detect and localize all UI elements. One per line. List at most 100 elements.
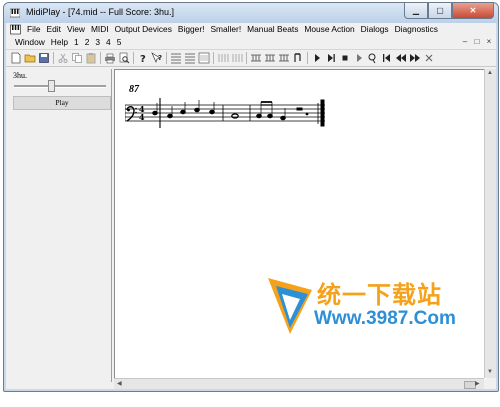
first-button[interactable] (381, 52, 393, 64)
menu-row-2: Window Help 1 2 3 4 5 (6, 36, 124, 49)
scroll-down-icon[interactable]: ▼ (487, 369, 493, 375)
play-button[interactable] (311, 52, 323, 64)
open-button[interactable] (24, 52, 36, 64)
bars-button-2[interactable] (231, 52, 243, 64)
time-signature: 4 4 (139, 104, 145, 122)
paste-icon (86, 53, 96, 64)
close-icon: ✕ (469, 6, 477, 15)
notes-icon (279, 54, 289, 62)
context-help-button[interactable]: ? (151, 52, 163, 64)
score-name: 3hu. (13, 71, 27, 80)
left-play-button[interactable]: Play (13, 96, 111, 110)
score-icon (198, 52, 210, 64)
notes-button-3[interactable] (250, 52, 262, 64)
rewind-button[interactable] (395, 52, 407, 64)
play-selection-button[interactable] (353, 52, 365, 64)
menu-help[interactable]: Help (48, 36, 71, 49)
notes-button-5[interactable] (278, 52, 290, 64)
cut-icon (58, 53, 68, 63)
mdi-close-button[interactable]: × (484, 37, 494, 47)
context-help-icon: ? (151, 52, 162, 63)
menu-diagnostics[interactable]: Diagnostics (392, 23, 441, 36)
minimize-button[interactable]: ▁ (404, 3, 428, 19)
scroll-up-icon[interactable]: ▲ (487, 70, 493, 76)
menu-window-5[interactable]: 5 (114, 36, 125, 49)
notes-icon (251, 54, 261, 62)
open-icon (24, 54, 36, 63)
forward-icon (410, 54, 420, 62)
measure-number: 87 (129, 84, 139, 95)
play-icon (315, 54, 320, 62)
menu-output-devices[interactable]: Output Devices (112, 23, 175, 36)
bars-icon (232, 54, 243, 62)
bars-button-1[interactable] (217, 52, 229, 64)
preview-button[interactable] (118, 52, 130, 64)
close-button[interactable]: ✕ (452, 3, 494, 19)
menu-mouse-action[interactable]: Mouse Action (301, 23, 357, 36)
mdi-minimize-button[interactable]: – (460, 37, 470, 47)
stop-button[interactable] (339, 52, 351, 64)
menu-midi[interactable]: MIDI (88, 23, 112, 36)
notes-icon (185, 53, 195, 64)
slider-thumb[interactable] (48, 80, 55, 92)
vertical-scrollbar[interactable]: ▲ ▼ (484, 69, 496, 378)
copy-icon (72, 53, 82, 63)
menu-window-1[interactable]: 1 (71, 36, 82, 49)
close-icon (425, 54, 433, 62)
minimize-icon: ▁ (412, 6, 420, 15)
paste-button[interactable] (85, 52, 97, 64)
horizontal-scrollbar[interactable]: ◀ ▶ (114, 378, 484, 389)
notes-button-4[interactable] (264, 52, 276, 64)
menu-window-2[interactable]: 2 (82, 36, 93, 49)
maximize-icon: ▢ (436, 6, 444, 15)
document-icon[interactable] (10, 24, 21, 35)
print-button[interactable] (104, 52, 116, 64)
time-sig-bottom: 4 (139, 112, 145, 122)
menu-window-3[interactable]: 3 (92, 36, 103, 49)
menu-manual-beats[interactable]: Manual Beats (244, 23, 301, 36)
rewind-icon (396, 54, 406, 62)
save-button[interactable] (38, 52, 50, 64)
play-next-button[interactable] (325, 52, 337, 64)
menu-view[interactable]: View (64, 23, 88, 36)
menu-smaller[interactable]: Smaller! (207, 23, 244, 36)
forward-button[interactable] (409, 52, 421, 64)
toolbar: ? ? (6, 50, 496, 67)
toolbar-separator (246, 52, 247, 64)
left-panel: 3hu. Play (10, 69, 112, 382)
music-staff: 4 4 (125, 98, 325, 128)
beam-button[interactable] (292, 52, 304, 64)
scroll-right-icon[interactable]: ▶ (475, 380, 480, 387)
watermark-url: Www.3987.Com (314, 308, 456, 329)
menu-bigger[interactable]: Bigger! (175, 23, 208, 36)
help-button[interactable]: ? (137, 52, 149, 64)
cut-button[interactable] (57, 52, 69, 64)
copy-button[interactable] (71, 52, 83, 64)
toolbar-separator (307, 52, 308, 64)
play-next-icon (328, 54, 335, 62)
notes-button-2[interactable] (184, 52, 196, 64)
menu-dialogs[interactable]: Dialogs (358, 23, 392, 36)
menu-window[interactable]: Window (6, 36, 48, 49)
toolbar-separator (100, 52, 101, 64)
notes-icon (265, 54, 275, 62)
title-bar[interactable]: MidiPlay - [74.mid -- Full Score: 3hu.] … (4, 3, 498, 23)
toolbar-separator (133, 52, 134, 64)
notes-icon (171, 53, 181, 64)
notes-button-1[interactable] (170, 52, 182, 64)
menu-edit[interactable]: Edit (44, 23, 64, 36)
new-button[interactable] (10, 52, 22, 64)
svg-text:?: ? (158, 54, 162, 62)
scroll-left-icon[interactable]: ◀ (117, 380, 122, 387)
mdi-restore-button[interactable]: □ (472, 37, 482, 47)
menu-file[interactable]: File (24, 23, 44, 36)
score-button[interactable] (198, 52, 210, 64)
toolbar-close-button[interactable] (423, 52, 435, 64)
loop-button[interactable] (367, 52, 379, 64)
position-slider[interactable] (14, 85, 106, 88)
app-icon[interactable] (10, 8, 20, 18)
maximize-button[interactable]: ▢ (428, 3, 452, 19)
print-icon (105, 53, 115, 64)
menu-window-4[interactable]: 4 (103, 36, 114, 49)
beam-icon (294, 53, 301, 62)
